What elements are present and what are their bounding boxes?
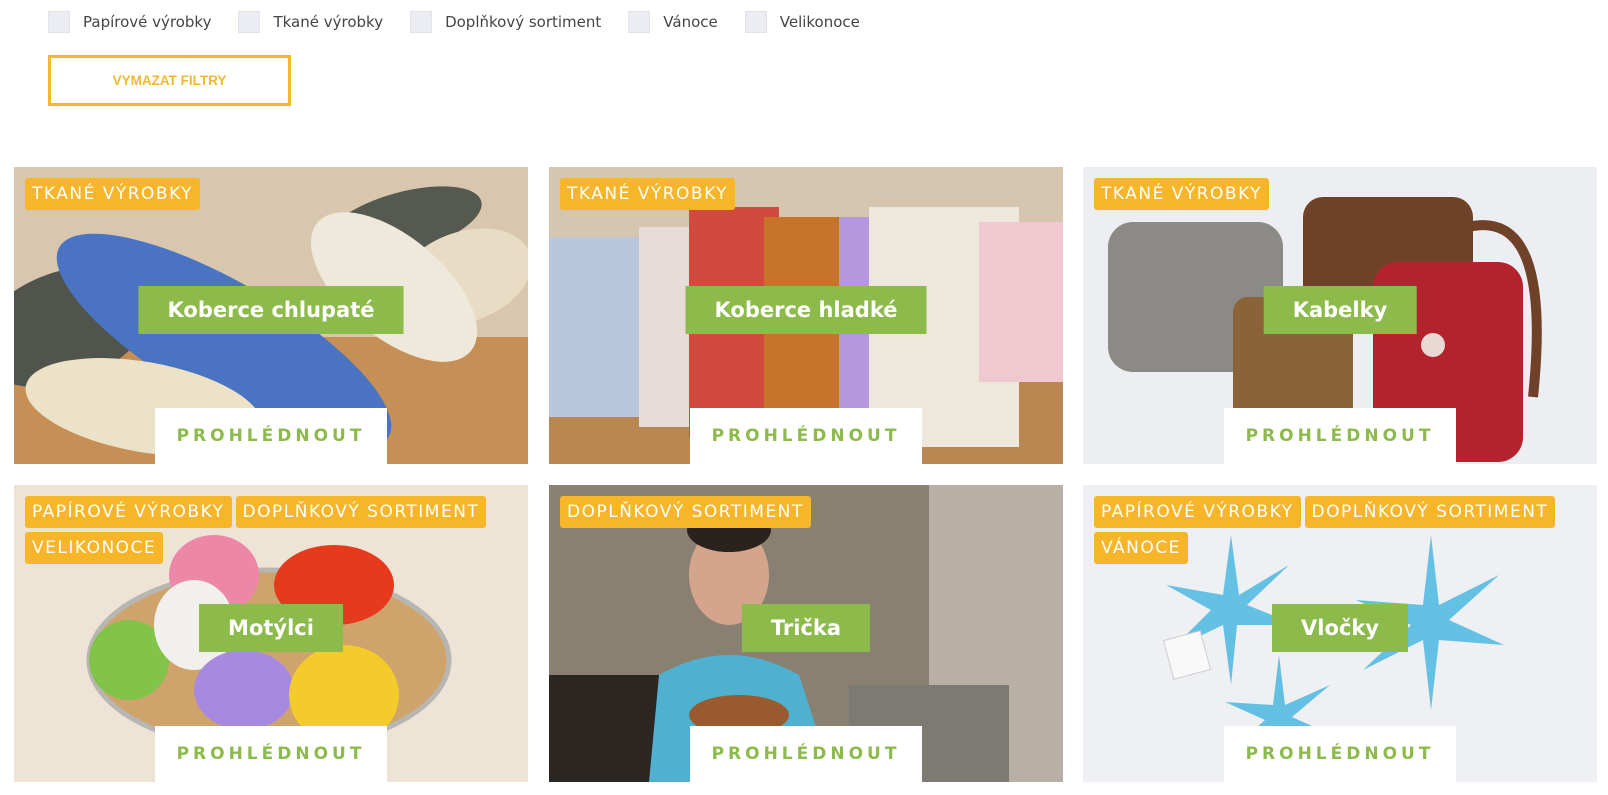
product-card[interactable]: TKANÉ VÝROBKY Koberce hladké PROHLÉDNOUT [549, 167, 1063, 464]
product-title[interactable]: Vločky [1272, 604, 1408, 652]
category-tag: TKANÉ VÝROBKY [560, 178, 736, 210]
product-title[interactable]: Koberce hladké [685, 286, 927, 334]
view-button[interactable]: PROHLÉDNOUT [690, 408, 922, 464]
product-title[interactable]: Kabelky [1263, 286, 1417, 334]
filter-woven-products[interactable]: Tkané výrobky [238, 11, 383, 33]
product-title[interactable]: Trička [741, 604, 871, 652]
filter-accessories[interactable]: Doplňkový sortiment [410, 11, 601, 33]
category-tag: DOPLŇKOVÝ SORTIMENT [560, 496, 811, 528]
product-card[interactable]: PAPÍROVÉ VÝROBKY DOPLŇKOVÝ SORTIMENT VÁN… [1083, 485, 1597, 782]
view-button[interactable]: PROHLÉDNOUT [1224, 408, 1456, 464]
filter-christmas[interactable]: Vánoce [628, 11, 718, 33]
category-tag: TKANÉ VÝROBKY [25, 178, 201, 210]
category-tag: DOPLŇKOVÝ SORTIMENT [235, 496, 487, 528]
filter-checkbox[interactable] [628, 11, 651, 33]
product-title[interactable]: Koberce chlupaté [138, 286, 404, 334]
category-tag: DOPLŇKOVÝ SORTIMENT [1304, 496, 1556, 528]
filter-label: Tkané výrobky [273, 13, 384, 31]
view-button[interactable]: PROHLÉDNOUT [155, 726, 387, 782]
filter-label: Doplňkový sortiment [445, 13, 602, 31]
filter-label: Papírové výrobky [83, 13, 212, 31]
clear-filters-button[interactable]: VYMAZAT FILTRY [48, 55, 291, 106]
filter-checkbox[interactable] [48, 11, 70, 33]
filter-label: Vánoce [663, 13, 718, 31]
category-tag: TKANÉ VÝROBKY [1094, 178, 1270, 210]
filter-checkbox[interactable] [238, 11, 261, 33]
filter-checkbox[interactable] [744, 11, 767, 33]
category-filters: Papírové výrobky Tkané výrobky Doplňkový… [48, 10, 887, 34]
category-tag: VÁNOCE [1094, 532, 1188, 564]
category-tag: PAPÍROVÉ VÝROBKY [25, 496, 232, 528]
category-tag: VELIKONOCE [25, 532, 164, 564]
product-card[interactable]: DOPLŇKOVÝ SORTIMENT Trička PROHLÉDNOUT [549, 485, 1063, 782]
filter-label: Velikonoce [779, 13, 860, 31]
category-tag: PAPÍROVÉ VÝROBKY [1094, 496, 1301, 528]
view-button[interactable]: PROHLÉDNOUT [155, 408, 387, 464]
filter-checkbox[interactable] [410, 11, 433, 33]
filter-easter[interactable]: Velikonoce [744, 11, 860, 33]
product-title[interactable]: Motýlci [199, 604, 343, 652]
product-card[interactable]: PAPÍROVÉ VÝROBKY DOPLŇKOVÝ SORTIMENT VEL… [14, 485, 528, 782]
view-button[interactable]: PROHLÉDNOUT [690, 726, 922, 782]
view-button[interactable]: PROHLÉDNOUT [1224, 726, 1456, 782]
product-card[interactable]: TKANÉ VÝROBKY Koberce chlupaté PROHLÉDNO… [14, 167, 528, 464]
product-card[interactable]: TKANÉ VÝROBKY Kabelky PROHLÉDNOUT [1083, 167, 1597, 464]
filter-paper-products[interactable]: Papírové výrobky [48, 11, 211, 33]
